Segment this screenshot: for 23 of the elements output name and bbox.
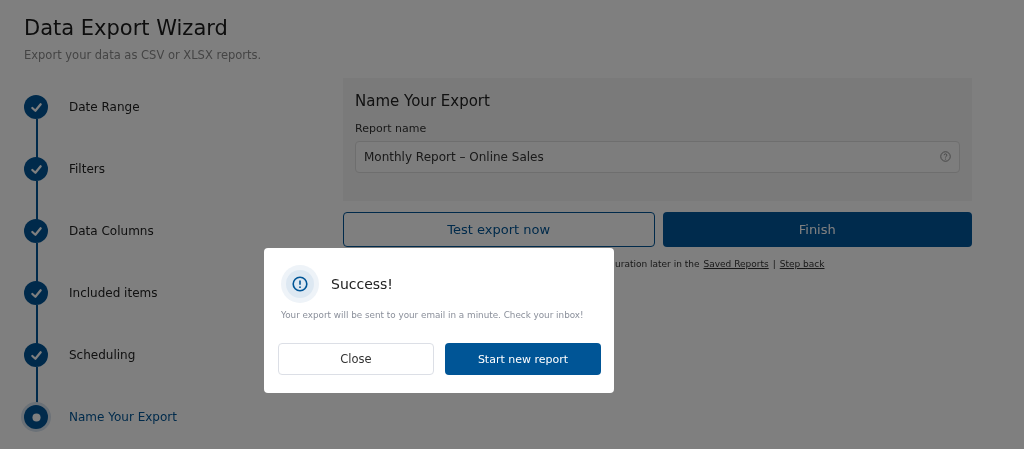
hint-text: uration later in the xyxy=(615,259,700,269)
close-button[interactable]: Close xyxy=(278,343,434,376)
dialog-message: Your export will be sent to your email in a minute. Check your inbox! xyxy=(281,309,584,322)
field-label: Report name xyxy=(355,122,427,135)
link-separator: | xyxy=(772,259,776,269)
step-label: Included items xyxy=(69,286,158,300)
test-export-button[interactable]: Test export now xyxy=(343,212,655,247)
alert-icon xyxy=(281,265,319,303)
report-name-field[interactable]: Monthly Report – Online Sales xyxy=(355,141,960,173)
step-label: Scheduling xyxy=(69,348,136,362)
start-new-report-button[interactable]: Start new report xyxy=(445,343,601,376)
form-heading: Name Your Export xyxy=(355,92,491,110)
step-label: Name Your Export xyxy=(69,410,177,424)
page-subtitle: Export your data as CSV or XLSX reports. xyxy=(24,48,263,62)
dialog-title: Success! xyxy=(331,276,393,292)
page-title: Data Export Wizard xyxy=(24,16,229,40)
step-label: Data Columns xyxy=(69,224,154,238)
step-back-link[interactable]: Step back xyxy=(779,259,825,269)
step-label: Date Range xyxy=(69,100,140,114)
step-label: Filters xyxy=(69,162,105,176)
help-icon[interactable] xyxy=(940,151,951,162)
saved-reports-link[interactable]: Saved Reports xyxy=(703,259,769,269)
finish-button[interactable]: Finish xyxy=(662,212,972,247)
